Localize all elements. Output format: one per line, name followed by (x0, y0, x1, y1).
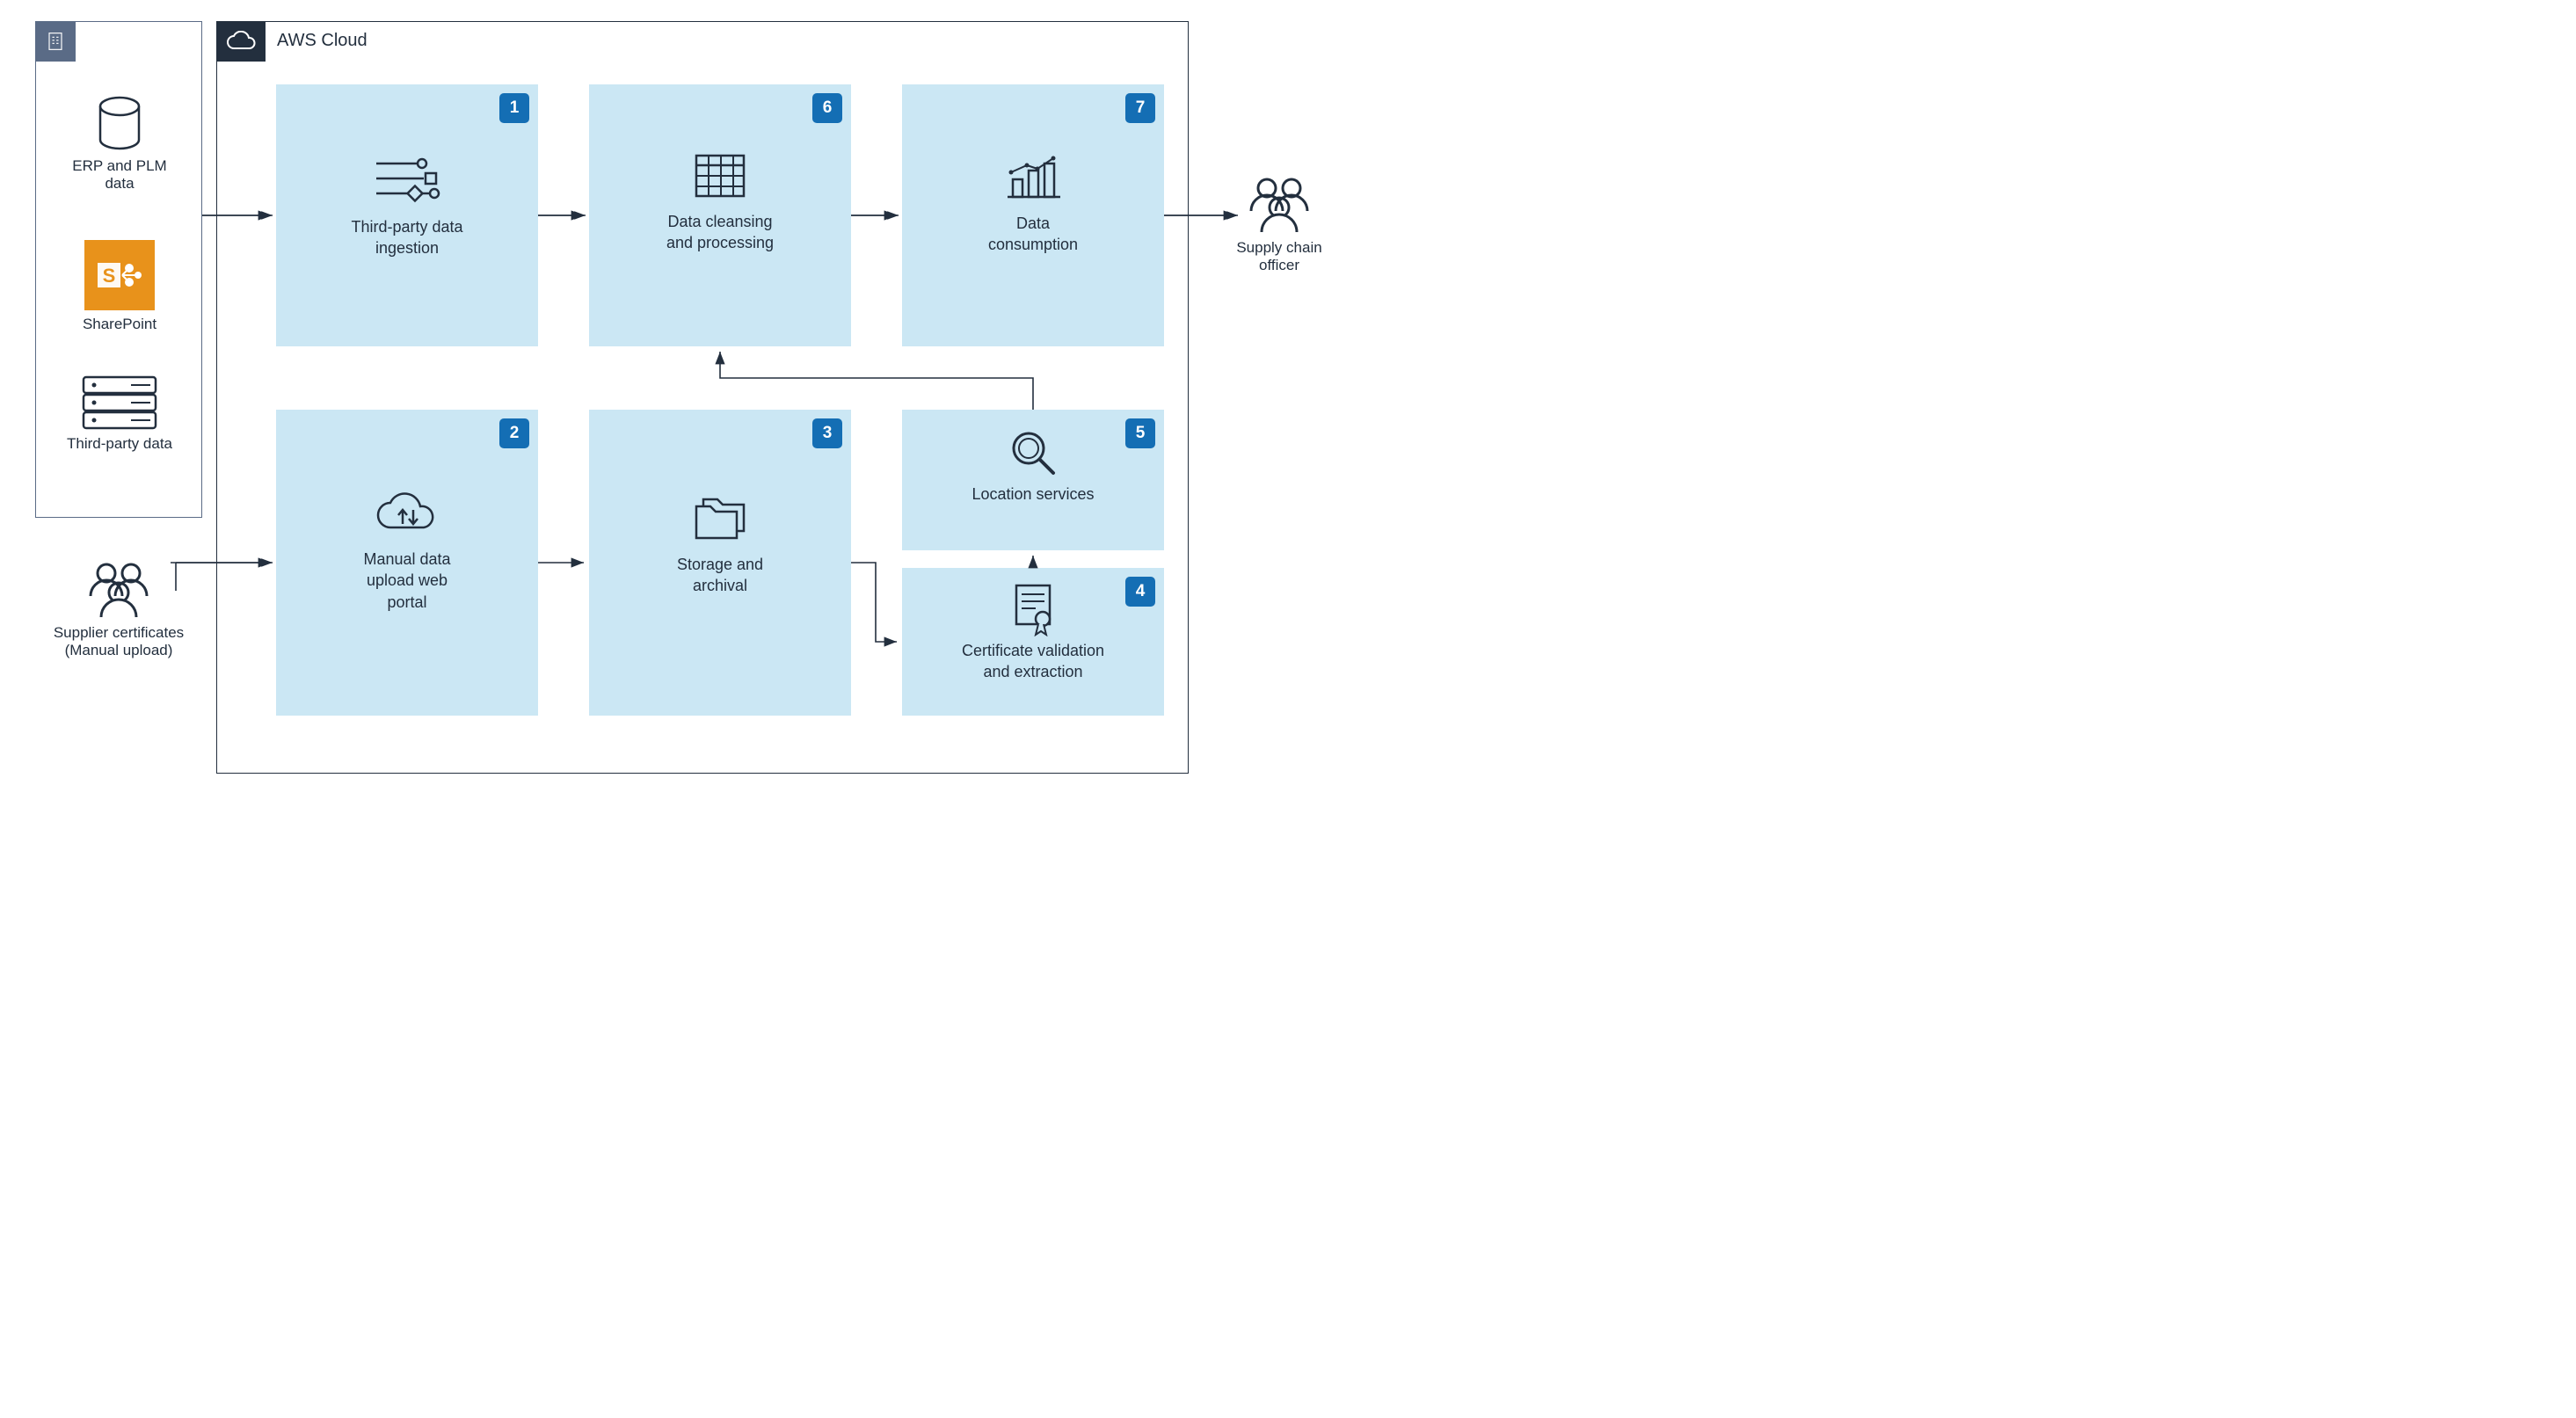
cloud-icon (216, 21, 266, 62)
step-4-certificate-validation: 4 Certificate validation and extraction (902, 568, 1164, 716)
sharepoint-label: SharePoint (83, 316, 156, 332)
step4-line2: and extraction (983, 663, 1082, 680)
database-icon (36, 96, 203, 154)
supplier-label-2: (Manual upload) (65, 642, 173, 658)
thirdparty-data-source: Third-party data (36, 374, 203, 453)
step-1-third-party-ingestion: 1 Third-party data ingestion (276, 84, 538, 346)
step5-line1: Location services (971, 485, 1094, 503)
supplier-certificates-actor: Supplier certificates (Manual upload) (44, 559, 193, 659)
step-2-manual-upload-portal: 2 Manual data upload web portal (276, 410, 538, 716)
officer-label-2: officer (1259, 257, 1299, 273)
step-6-data-cleansing: 6 Data cleansing and processing (589, 84, 851, 346)
step2-line1: Manual data (363, 550, 450, 568)
step1-line1: Third-party data (351, 218, 462, 236)
data-flow-icon (276, 153, 538, 204)
step3-line2: archival (693, 577, 747, 594)
step7-line2: consumption (988, 236, 1078, 253)
step-badge-3: 3 (812, 418, 842, 448)
step4-line1: Certificate validation (962, 642, 1104, 659)
supply-chain-officer-actor: Supply chain officer (1204, 174, 1354, 274)
server-stack-icon (36, 374, 203, 432)
step-3-storage-archival: 3 Storage and archival (589, 410, 851, 716)
supplier-label-1: Supplier certificates (54, 624, 184, 641)
step-badge-4: 4 (1125, 577, 1155, 607)
bar-chart-icon (902, 153, 1164, 200)
sharepoint-source: S SharePoint (36, 240, 203, 333)
sharepoint-icon: S (84, 240, 155, 310)
step2-line2: upload web (367, 571, 448, 589)
corporate-building-icon (35, 21, 76, 62)
step-badge-1: 1 (499, 93, 529, 123)
aws-cloud-title: AWS Cloud (277, 31, 367, 51)
erp-label-line2: data (105, 175, 134, 192)
step6-line1: Data cleansing (667, 213, 772, 230)
erp-label-line1: ERP and PLM (72, 157, 166, 174)
folders-icon (589, 492, 851, 542)
step3-line1: Storage and (677, 556, 763, 573)
step-badge-2: 2 (499, 418, 529, 448)
step6-line2: and processing (666, 234, 774, 251)
step-badge-6: 6 (812, 93, 842, 123)
step2-line3: portal (387, 593, 426, 611)
step-5-location-services: 5 Location services (902, 410, 1164, 550)
cloud-upload-icon (276, 489, 538, 536)
step7-line1: Data (1016, 215, 1050, 232)
erp-plm-data-source: ERP and PLM data (36, 96, 203, 193)
step-badge-5: 5 (1125, 418, 1155, 448)
svg-text:S: S (103, 265, 116, 287)
step1-line2: ingestion (375, 239, 439, 257)
spreadsheet-icon (589, 153, 851, 199)
users-group-icon (44, 559, 193, 621)
thirdparty-label: Third-party data (67, 435, 172, 452)
step-7-data-consumption: 7 Data consumption (902, 84, 1164, 346)
external-sources-container: ERP and PLM data S SharePoint (35, 21, 202, 518)
officer-label-1: Supply chain (1236, 239, 1321, 256)
step-badge-7: 7 (1125, 93, 1155, 123)
architecture-diagram: ERP and PLM data S SharePoint (18, 18, 1372, 782)
users-group-icon (1204, 174, 1354, 236)
